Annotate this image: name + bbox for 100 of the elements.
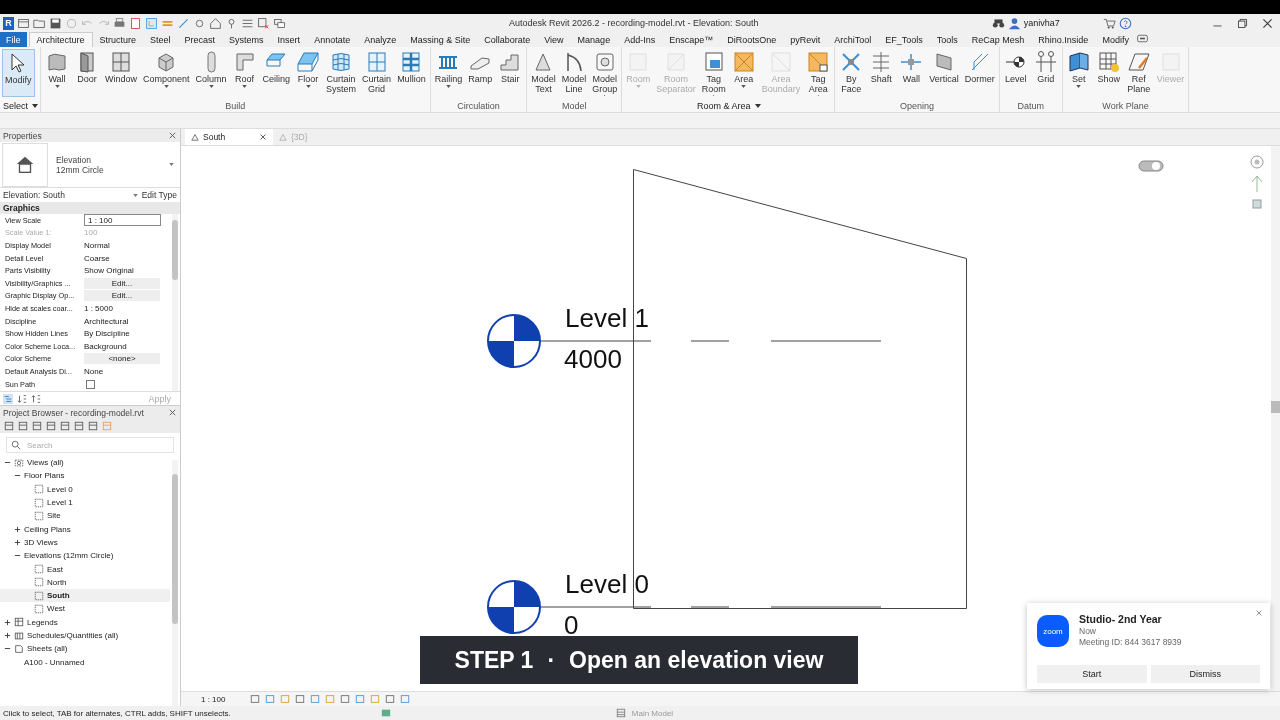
pin-icon[interactable]	[225, 16, 238, 30]
ribbon-tab[interactable]: Architecture	[28, 32, 93, 47]
toggle-icon[interactable]	[1138, 160, 1164, 172]
search-field[interactable]: Search	[6, 437, 174, 453]
tree-item[interactable]: Level 0	[0, 482, 170, 496]
frame-icon[interactable]	[250, 694, 261, 704]
ribbon-tool-button[interactable]: Stair	[496, 49, 525, 97]
ribbon-tab[interactable]: Systems	[222, 32, 271, 47]
tree-item[interactable]: Sheets (all)	[0, 642, 170, 656]
expand-icon[interactable]	[4, 618, 11, 626]
panel-toggle-icon[interactable]	[1135, 32, 1149, 45]
tree-item[interactable]: 3D Views	[0, 535, 170, 550]
ribbon-tab[interactable]: Manage	[570, 32, 618, 47]
property-button[interactable]: Edit...	[84, 277, 160, 289]
ribbon-tool-button[interactable]: Ceiling	[260, 49, 293, 97]
user-name[interactable]: yanivha7	[1023, 18, 1060, 28]
ribbon-tool-button[interactable]: Model Line	[559, 49, 589, 97]
ribbon-tool-button[interactable]: By Face	[837, 49, 866, 97]
ribbon-tab[interactable]: View	[537, 32, 571, 47]
type-selector[interactable]: Elevation 12mm Circle	[0, 142, 180, 188]
tree-item[interactable]: South	[0, 588, 170, 603]
ribbon-tool-button[interactable]: Column	[193, 49, 229, 97]
ribbon-tab[interactable]: Rhino.Inside	[1031, 32, 1096, 47]
ribbon-tab[interactable]: Structure	[92, 32, 144, 47]
binoculars-icon[interactable]	[991, 16, 1005, 30]
view-scale[interactable]: 1 : 100	[201, 694, 226, 704]
tree-item[interactable]: Legends	[0, 615, 170, 629]
tree-item[interactable]: Floor Plans	[0, 469, 170, 483]
document-tab[interactable]: South	[185, 129, 273, 145]
ribbon-tool-button[interactable]: Level	[1001, 49, 1030, 97]
ribbon-tab[interactable]: Annotate	[307, 32, 358, 47]
ribbon-tab[interactable]: Steel	[143, 32, 178, 47]
scrollbar[interactable]	[172, 460, 178, 706]
ribbon-tool-button[interactable]: Model Group	[590, 49, 620, 97]
tree-item[interactable]: East	[0, 562, 170, 576]
measure-icon[interactable]	[145, 16, 158, 30]
tree-item[interactable]: North	[0, 575, 170, 589]
ribbon-tab[interactable]: DiRootsOne	[720, 32, 784, 47]
close-icon[interactable]	[1261, 16, 1274, 30]
tree-item[interactable]: West	[0, 602, 170, 616]
tree-item[interactable]: Ceiling Plans	[0, 522, 170, 536]
ribbon-tool-button[interactable]: Railing	[432, 49, 465, 97]
ribbon-tool-button[interactable]: Mullion	[395, 49, 428, 97]
ribbon-tool-button[interactable]: Tag Room	[699, 49, 728, 97]
ribbon-tool-button[interactable]: Ref Plane	[1124, 49, 1153, 97]
ribbon-tool-button[interactable]: Wall	[43, 49, 71, 97]
tree-item[interactable]: Elevations (12mm Circle)	[0, 549, 170, 563]
caret-icon[interactable]	[754, 103, 761, 108]
ribbon-tool-button[interactable]: Shaft	[867, 49, 896, 97]
notification-button[interactable]: Dismiss	[1150, 665, 1260, 683]
windows-icon[interactable]	[273, 16, 286, 30]
ribbon-tool-button[interactable]: Tag Area	[804, 49, 833, 97]
ribbon-tab[interactable]: ArchiTool	[827, 32, 879, 47]
panel-title[interactable]: Room & Area	[696, 100, 752, 111]
ribbon-tool-button[interactable]: Wall	[897, 49, 926, 97]
ribbon-tool-button[interactable]: Grid	[1031, 49, 1060, 97]
window-icon[interactable]	[17, 16, 30, 30]
ribbon-tool-button[interactable]: Curtain Grid	[360, 49, 394, 97]
sort-descending-icon[interactable]	[31, 393, 41, 404]
ribbon-tool-button[interactable]: Ramp	[466, 49, 495, 97]
ribbon-tab[interactable]: File	[0, 32, 27, 47]
close-hidden-icon[interactable]	[257, 16, 270, 30]
ribbon-tab[interactable]: Tools	[929, 32, 965, 47]
property-button[interactable]: <none>	[84, 353, 160, 365]
panel-title[interactable]: Select	[2, 100, 29, 111]
tree-item[interactable]: A100 - Unnamed	[0, 655, 170, 669]
ribbon-tool-button[interactable]: Curtain System	[324, 49, 359, 97]
tree-item[interactable]: Site	[0, 509, 170, 523]
ribbon-tab[interactable]: Modify	[1095, 32, 1136, 47]
help-icon[interactable]	[1118, 16, 1132, 30]
ribbon-tool-button[interactable]: Component	[141, 49, 192, 97]
property-button[interactable]: Edit...	[84, 290, 160, 302]
sort-ascending-icon[interactable]	[17, 393, 27, 404]
notification-button[interactable]: Start	[1037, 665, 1147, 683]
ribbon-tool-button[interactable]: Window	[103, 49, 140, 97]
home-icon[interactable]	[209, 16, 222, 30]
ribbon-tool-button[interactable]: Area	[729, 49, 758, 97]
ribbon-tool-button[interactable]: Dormer	[962, 49, 997, 97]
ribbon-tool-button[interactable]: Door	[73, 49, 101, 97]
ribbon-tool-button[interactable]: Modify	[2, 49, 35, 97]
property-field[interactable]: 1 : 100	[84, 214, 161, 227]
instance-filter[interactable]: Elevation: South	[3, 190, 133, 200]
close-icon[interactable]	[259, 133, 267, 141]
edit-type-button[interactable]: Edit Type	[141, 190, 177, 200]
ribbon-tab[interactable]: Massing & Site	[403, 32, 478, 47]
line-icon[interactable]	[177, 16, 190, 30]
restore-icon[interactable]	[1236, 16, 1249, 30]
tree-item[interactable]: Level 1	[0, 495, 170, 510]
ribbon-tab[interactable]: ReCap Mesh	[964, 32, 1032, 47]
ribbon-tab[interactable]: Enscape™	[662, 32, 721, 47]
expand-icon[interactable]	[14, 538, 21, 546]
caret-icon[interactable]	[32, 103, 38, 108]
close-icon[interactable]	[168, 408, 177, 417]
ribbon-tool-button[interactable]: Show	[1094, 49, 1123, 97]
scrollbar[interactable]	[1271, 146, 1280, 691]
close-icon[interactable]	[168, 131, 177, 140]
ribbon-tool-button[interactable]: Set	[1064, 49, 1093, 97]
expand-icon[interactable]	[4, 632, 11, 639]
print-icon[interactable]	[113, 16, 126, 30]
ribbon-tab[interactable]: Analyze	[357, 32, 404, 47]
